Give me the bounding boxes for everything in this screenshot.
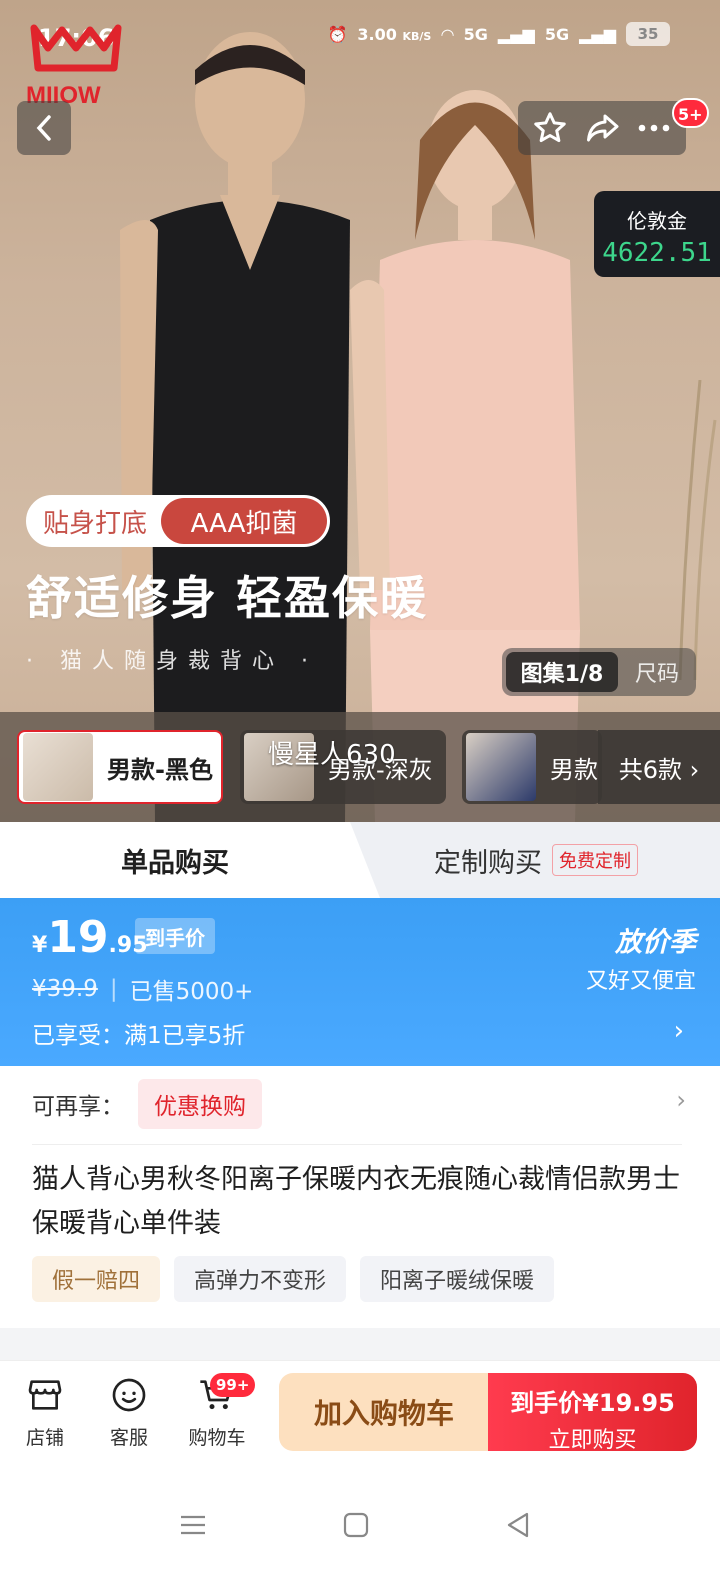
extra-offer-row[interactable]: 可再享： 优惠换购: [32, 1074, 262, 1134]
cart-label: 购物车: [188, 1427, 246, 1449]
tab-single-purchase[interactable]: 单品购买: [0, 822, 380, 898]
home-icon[interactable]: [341, 1510, 371, 1540]
battery-icon: 35: [626, 22, 670, 46]
variant-option[interactable]: 男款-黑色: [17, 730, 223, 804]
back-button[interactable]: [17, 101, 71, 155]
system-nav-bar: [0, 1470, 720, 1584]
buy-now-price: 到手价¥19.95: [510, 1389, 675, 1417]
add-to-cart-button[interactable]: 加入购物车: [279, 1373, 489, 1451]
original-price: ¥39.9: [32, 976, 98, 1002]
variant-label: 男款-黑色: [107, 755, 213, 784]
chip-guarantee: 假一赔四: [32, 1256, 161, 1302]
tab-custom-purchase[interactable]: 定制购买 免费定制: [434, 822, 638, 898]
variant-label: 男款: [550, 755, 598, 784]
signal-1: 5G: [463, 24, 488, 44]
final-price: ¥ 19 .95: [32, 912, 148, 963]
gallery-tabs: 图集1/8 尺码: [502, 648, 696, 696]
alarm-icon: ⏰: [327, 24, 348, 44]
signal-icon: ▂▄▆: [579, 24, 616, 44]
service-label: 客服: [109, 1427, 148, 1449]
chevron-right-icon[interactable]: ›: [676, 1086, 686, 1114]
signal-2: 5G: [544, 24, 570, 44]
top-actions: [518, 101, 686, 155]
feature-tag-left: 贴身打底: [43, 508, 148, 539]
signal-icon: ▂▄▆: [497, 24, 535, 44]
shop-button[interactable]: 店铺: [10, 1373, 80, 1450]
bottom-action-bar: 店铺 客服 购物车 99+ 加入购物车 到手价¥19.95 立即购买: [0, 1360, 720, 1470]
buy-now-button[interactable]: 到手价¥19.95 立即购买: [488, 1373, 697, 1453]
final-price-tag: 到手价: [135, 918, 215, 954]
variant-thumbnail: [23, 733, 93, 801]
tab-gallery[interactable]: 图集1/8: [506, 652, 618, 692]
more-icon[interactable]: [636, 110, 672, 146]
chip-warmth: 阳离子暖绒保暖: [360, 1256, 555, 1302]
overlay-watermark-text: 慢星人630: [268, 740, 396, 770]
chevron-right-icon[interactable]: ›: [674, 1016, 684, 1046]
menu-icon[interactable]: [178, 1510, 208, 1540]
wifi-icon: ◠: [441, 24, 454, 44]
custom-purchase-label: 定制购买: [434, 847, 542, 879]
feature-tag: 贴身打底 AAA抑菌: [26, 495, 330, 547]
share-icon[interactable]: [584, 110, 620, 146]
product-title: 猫人背心男秋冬阳离子保暖内衣无痕随心裁情侣款男士保暖背心单件装: [32, 1164, 680, 1239]
favorite-star-icon[interactable]: [532, 110, 568, 146]
hero-subslogan: · 猫人随身裁背心 ·: [26, 649, 318, 674]
enjoyed-discount[interactable]: 已享受：满1已享5折: [32, 1016, 245, 1050]
product-info: 可再享： 优惠换购 › 猫人背心男秋冬阳离子保暖内衣无痕随心裁情侣款男士保暖背心…: [0, 1066, 720, 1328]
chevron-left-icon: [36, 115, 51, 141]
gold-price-widget[interactable]: 伦敦金 4622.51: [594, 191, 720, 277]
exchange-coupon[interactable]: 优惠换购: [138, 1079, 262, 1129]
message-badge: 5+: [672, 98, 709, 128]
season-title: 放价季: [615, 927, 696, 958]
variant-thumbnail: [466, 733, 536, 801]
divider: [32, 1144, 682, 1145]
feature-chips: 假一赔四 高弹力不变形 阳离子暖绒保暖: [32, 1256, 555, 1302]
buy-now-label: 立即购买: [548, 1428, 637, 1453]
tab-size[interactable]: 尺码: [618, 656, 696, 688]
cart-count-badge: 99+: [210, 1373, 256, 1397]
more-variants-button[interactable]: 共6款 ›: [598, 730, 720, 804]
extra-offer-label: 可再享：: [32, 1094, 124, 1120]
sold-count: 已售5000+: [129, 979, 254, 1005]
brand-logo: MIIOW: [26, 18, 126, 109]
variant-option[interactable]: 男款: [462, 730, 602, 804]
price-meta: ¥39.9 | 已售5000+: [32, 972, 253, 1006]
gold-name: 伦敦金: [627, 209, 687, 233]
back-triangle-icon[interactable]: [503, 1510, 533, 1540]
customer-service-icon: [112, 1378, 146, 1412]
hero-slogan: 舒适修身 轻盈保暖: [26, 571, 429, 625]
shop-icon: [28, 1380, 62, 1410]
service-button[interactable]: 客服: [94, 1373, 164, 1450]
product-image-carousel[interactable]: 17:06 ⏰ 3.00 KB/S ◠ 5G ▂▄▆ 5G ▂▄▆ 35 MII…: [0, 0, 720, 822]
cat-logo-icon: [30, 24, 122, 72]
chip-elastic: 高弹力不变形: [174, 1256, 347, 1302]
free-custom-tag: 免费定制: [552, 844, 638, 876]
model-woman-image: [350, 90, 580, 822]
decorative-grass: [678, 380, 717, 680]
shop-label: 店铺: [25, 1427, 64, 1449]
price-band: ¥ 19 .95 到手价 ¥39.9 | 已售5000+ 放价季 又好又便宜 已…: [0, 898, 720, 1066]
purchase-mode-tabs: 单品购买 定制购买 免费定制: [0, 822, 720, 898]
season-promo: 放价季 又好又便宜: [586, 920, 696, 995]
season-subtitle: 又好又便宜: [585, 969, 696, 994]
model-man-image: [120, 32, 350, 822]
network-speed: 3.00 KB/S: [357, 24, 432, 44]
gold-value: 4622.51: [602, 238, 712, 268]
feature-tag-right: AAA抑菌: [161, 498, 327, 544]
